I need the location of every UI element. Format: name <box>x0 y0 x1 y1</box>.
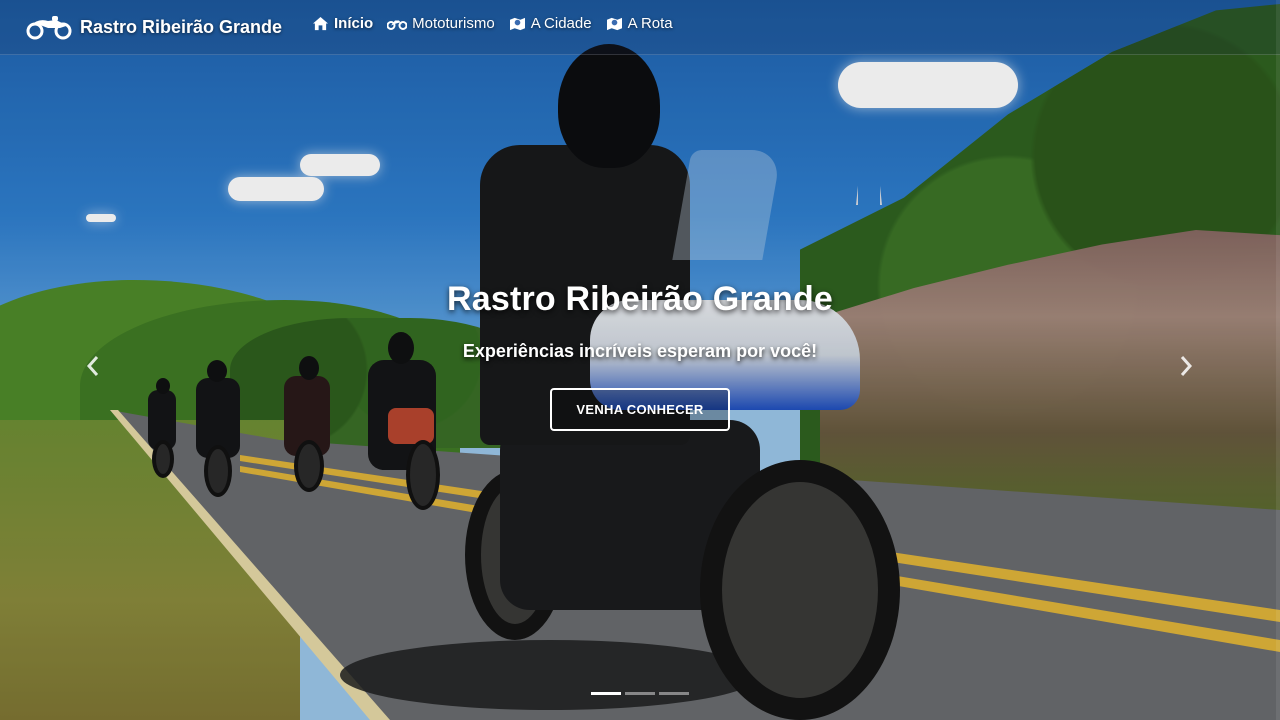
carousel-next-button[interactable] <box>1176 352 1196 380</box>
motorcycle-icon <box>387 20 408 30</box>
nav-item-label: A Rota <box>627 15 673 32</box>
map-marker-icon <box>509 17 525 31</box>
venha-conhecer-button[interactable]: VENHA CONHECER <box>550 388 730 431</box>
carousel-caption: Rastro Ribeirão Grande Experiências incr… <box>0 280 1280 431</box>
chevron-left-icon <box>86 356 99 376</box>
scrollbar[interactable] <box>1276 0 1280 720</box>
nav-item-label: Início <box>334 15 374 32</box>
carousel-prev-button[interactable] <box>83 352 103 380</box>
nav-item-a-cidade[interactable]: A Cidade <box>509 15 592 32</box>
chevron-right-icon <box>1180 356 1193 376</box>
nav-item-label: Mototurismo <box>412 15 495 32</box>
nav-item-mototurismo[interactable]: Mototurismo <box>387 15 495 32</box>
carousel-indicator[interactable] <box>659 692 689 695</box>
motorcycle-icon <box>26 16 72 40</box>
carousel-indicators <box>591 692 689 695</box>
nav-menu: Início Mototurismo A Cidade A Rota <box>312 15 673 32</box>
navbar: Rastro Ribeirão Grande Início Mototurism… <box>0 0 1280 55</box>
hero-title: Rastro Ribeirão Grande <box>446 280 834 318</box>
brand-link[interactable]: Rastro Ribeirão Grande <box>26 13 282 41</box>
carousel-indicator[interactable] <box>591 692 621 695</box>
home-icon <box>313 16 328 31</box>
carousel-indicator[interactable] <box>625 692 655 695</box>
nav-item-inicio[interactable]: Início <box>312 15 373 32</box>
nav-item-label: A Cidade <box>530 15 592 32</box>
brand-name: Rastro Ribeirão Grande <box>80 16 283 37</box>
hero-subtitle: Experiências incríveis esperam por você! <box>462 341 818 361</box>
map-marker-icon <box>606 17 622 31</box>
nav-item-a-rota[interactable]: A Rota <box>606 15 673 32</box>
